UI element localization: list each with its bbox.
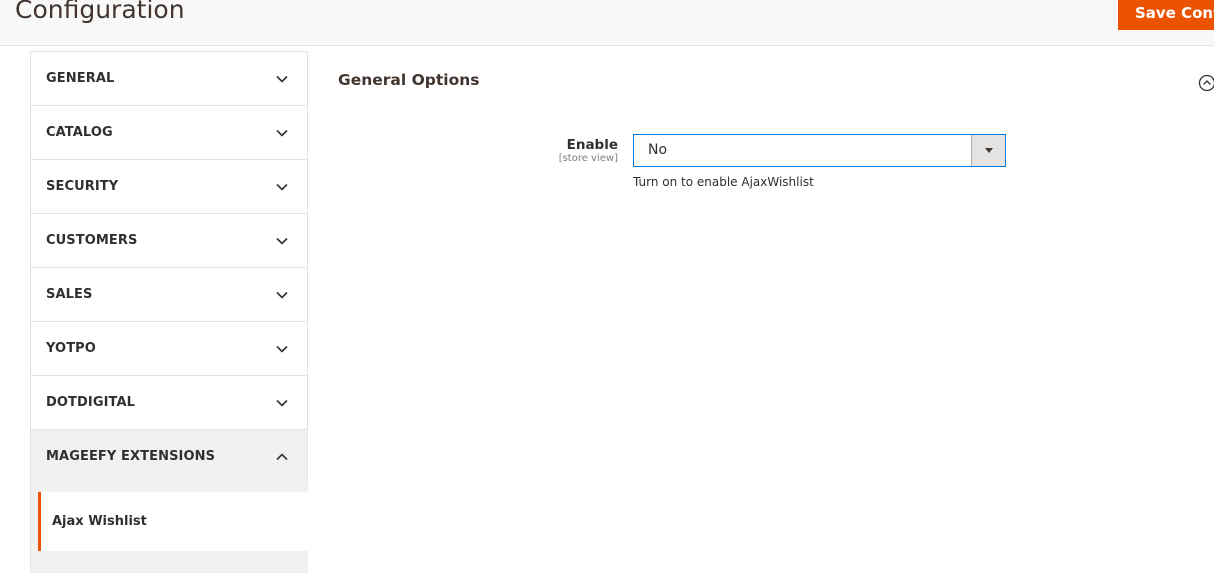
sidebar-item-catalog[interactable]: CATALOG (30, 105, 308, 159)
sidebar-item-general[interactable]: GENERAL (30, 51, 308, 105)
enable-field-note: Turn on to enable AjaxWishlist (633, 175, 814, 189)
enable-select-value: No (648, 142, 668, 158)
sidebar-item-security[interactable]: SECURITY (30, 159, 308, 213)
sidebar-item-label: SECURITY (46, 179, 119, 194)
chevron-down-icon (276, 183, 288, 191)
sidebar-item-dotdigital[interactable]: DOTDIGITAL (30, 375, 308, 429)
sidebar-subitem-label: Ajax Wishlist (52, 514, 147, 529)
config-sidebar: GENERAL CATALOG SECURITY CUSTOMERS SALES… (30, 51, 309, 573)
chevron-down-icon (276, 129, 288, 137)
chevron-down-icon (276, 75, 288, 83)
select-arrow-button[interactable] (971, 135, 1005, 166)
page-header: Configuration Save Config (0, 0, 1214, 46)
enable-field-label: Enable (566, 137, 618, 153)
collapse-circle-icon[interactable] (1198, 74, 1214, 92)
sidebar-item-mageefy-extensions[interactable]: MAGEEFY EXTENSIONS (30, 429, 308, 483)
chevron-down-icon (276, 399, 288, 407)
chevron-up-icon (276, 453, 288, 461)
sidebar-item-sales[interactable]: SALES (30, 267, 308, 321)
enable-field-scope: [store view] (558, 153, 618, 164)
sidebar-subitem-group: Ajax Wishlist (30, 483, 309, 573)
section-title[interactable]: General Options (338, 71, 480, 89)
sidebar-item-label: CUSTOMERS (46, 233, 138, 248)
chevron-down-icon (276, 237, 288, 245)
page-title: Configuration (15, 0, 185, 24)
sidebar-subitem-ajax-wishlist[interactable]: Ajax Wishlist (38, 492, 309, 551)
sidebar-item-label: GENERAL (46, 71, 115, 86)
enable-select[interactable]: No (633, 134, 1006, 167)
sidebar-item-label: CATALOG (46, 125, 113, 140)
save-config-button[interactable]: Save Config (1118, 0, 1214, 30)
sidebar-item-label: DOTDIGITAL (46, 395, 136, 410)
chevron-down-icon (276, 345, 288, 353)
sidebar-item-label: SALES (46, 287, 93, 302)
chevron-down-icon (276, 291, 288, 299)
sidebar-item-yotpo[interactable]: YOTPO (30, 321, 308, 375)
sidebar-item-label: MAGEEFY EXTENSIONS (46, 449, 216, 464)
caret-down-icon (985, 148, 993, 153)
sidebar-item-label: YOTPO (46, 341, 96, 356)
sidebar-item-customers[interactable]: CUSTOMERS (30, 213, 308, 267)
